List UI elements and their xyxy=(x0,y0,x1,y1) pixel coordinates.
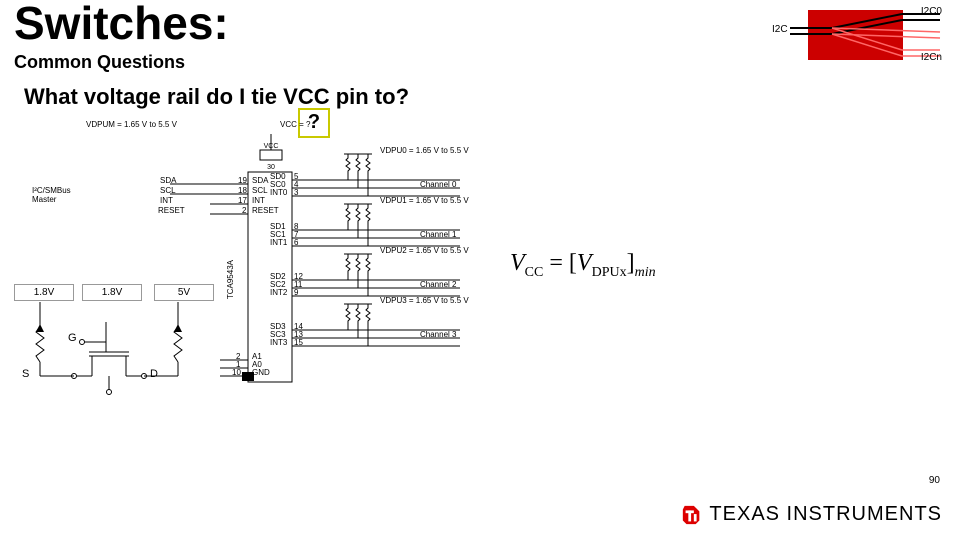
slide-title: Switches: xyxy=(14,0,229,50)
ti-logo: TEXAS INSTRUMENTS xyxy=(681,503,942,526)
ch3-n2: 15 xyxy=(294,338,303,347)
master-label: I²C/SMBus Master xyxy=(32,186,92,204)
eq-lhs-sub: CC xyxy=(525,265,544,280)
ch2-v: VDPU2 = 1.65 V to 5.5 V xyxy=(380,246,469,255)
eq-open: [ xyxy=(569,250,577,276)
part-number: TCA9543A xyxy=(226,260,235,299)
ch2-label: Channel 2 xyxy=(420,280,456,289)
ch3-label: Channel 3 xyxy=(420,330,456,339)
ch3-int: INT3 xyxy=(270,338,287,347)
ch0-n2: 3 xyxy=(294,188,298,197)
slide-subtitle: Common Questions xyxy=(14,52,185,73)
chip-scl: SCL xyxy=(252,186,268,195)
pin-scl: SCL xyxy=(160,186,176,195)
i2c-fanout-icon: I2C I2C0 I2Cn xyxy=(772,6,942,66)
ch1-n2: 6 xyxy=(294,238,298,247)
eq-equals: = xyxy=(543,250,569,276)
slide-question: What voltage rail do I tie VCC pin to? xyxy=(24,84,409,110)
pin-sda: SDA xyxy=(160,176,176,185)
ch0-label: Channel 0 xyxy=(420,180,456,189)
ch1-label: Channel 1 xyxy=(420,230,456,239)
eq-lhs-sym: V xyxy=(510,250,525,276)
ch1-v: VDPU1 = 1.65 V to 5.5 V xyxy=(380,196,469,205)
svg-text:30: 30 xyxy=(267,164,275,171)
vdpum-label: VDPUM = 1.65 V to 5.5 V xyxy=(86,120,177,129)
icon-svg xyxy=(772,6,942,66)
ti-brand-text: TEXAS INSTRUMENTS xyxy=(709,503,942,526)
pin-reset: RESET xyxy=(158,206,185,215)
ch2-n2: 9 xyxy=(294,288,298,297)
ch3-v: VDPU3 = 1.65 V to 5.5 V xyxy=(380,296,469,305)
ch2-int: INT2 xyxy=(270,288,287,297)
num-17: 17 xyxy=(238,196,247,205)
ch0-v: VDPU0 = 1.65 V to 5.5 V xyxy=(380,146,469,155)
num-19: 19 xyxy=(238,176,247,185)
icon-label-top-right: I2C0 xyxy=(921,6,942,17)
num-18: 18 xyxy=(238,186,247,195)
chip-sda: SDA xyxy=(252,176,268,185)
addr-n2: 10 xyxy=(232,368,241,377)
chip-reset: RESET xyxy=(252,206,279,215)
pin-int: INT xyxy=(160,196,173,205)
eq-rhs-sym: V xyxy=(577,250,592,276)
vcc-label: VCC = ? xyxy=(280,120,310,129)
icon-label-left: I2C xyxy=(772,24,788,35)
ic-svg: VCC 30 xyxy=(170,120,470,410)
icon-label-bottom-right: I2Cn xyxy=(921,52,942,63)
num-2: 2 xyxy=(242,206,246,215)
eq-min: min xyxy=(635,265,656,280)
ch0-int: INT0 xyxy=(270,188,287,197)
ic-schematic: VCC 30 xyxy=(170,120,470,410)
eq-rhs-sub: DPUx xyxy=(592,265,627,280)
eq-close: ] xyxy=(627,250,635,276)
ti-chip-icon xyxy=(681,504,703,526)
chip-int: INT xyxy=(252,196,265,205)
vcc-equation: VCC = [VDPUx]min xyxy=(510,250,656,281)
addr-gnd: GND xyxy=(252,368,270,377)
ch1-int: INT1 xyxy=(270,238,287,247)
page-number: 90 xyxy=(929,475,940,486)
